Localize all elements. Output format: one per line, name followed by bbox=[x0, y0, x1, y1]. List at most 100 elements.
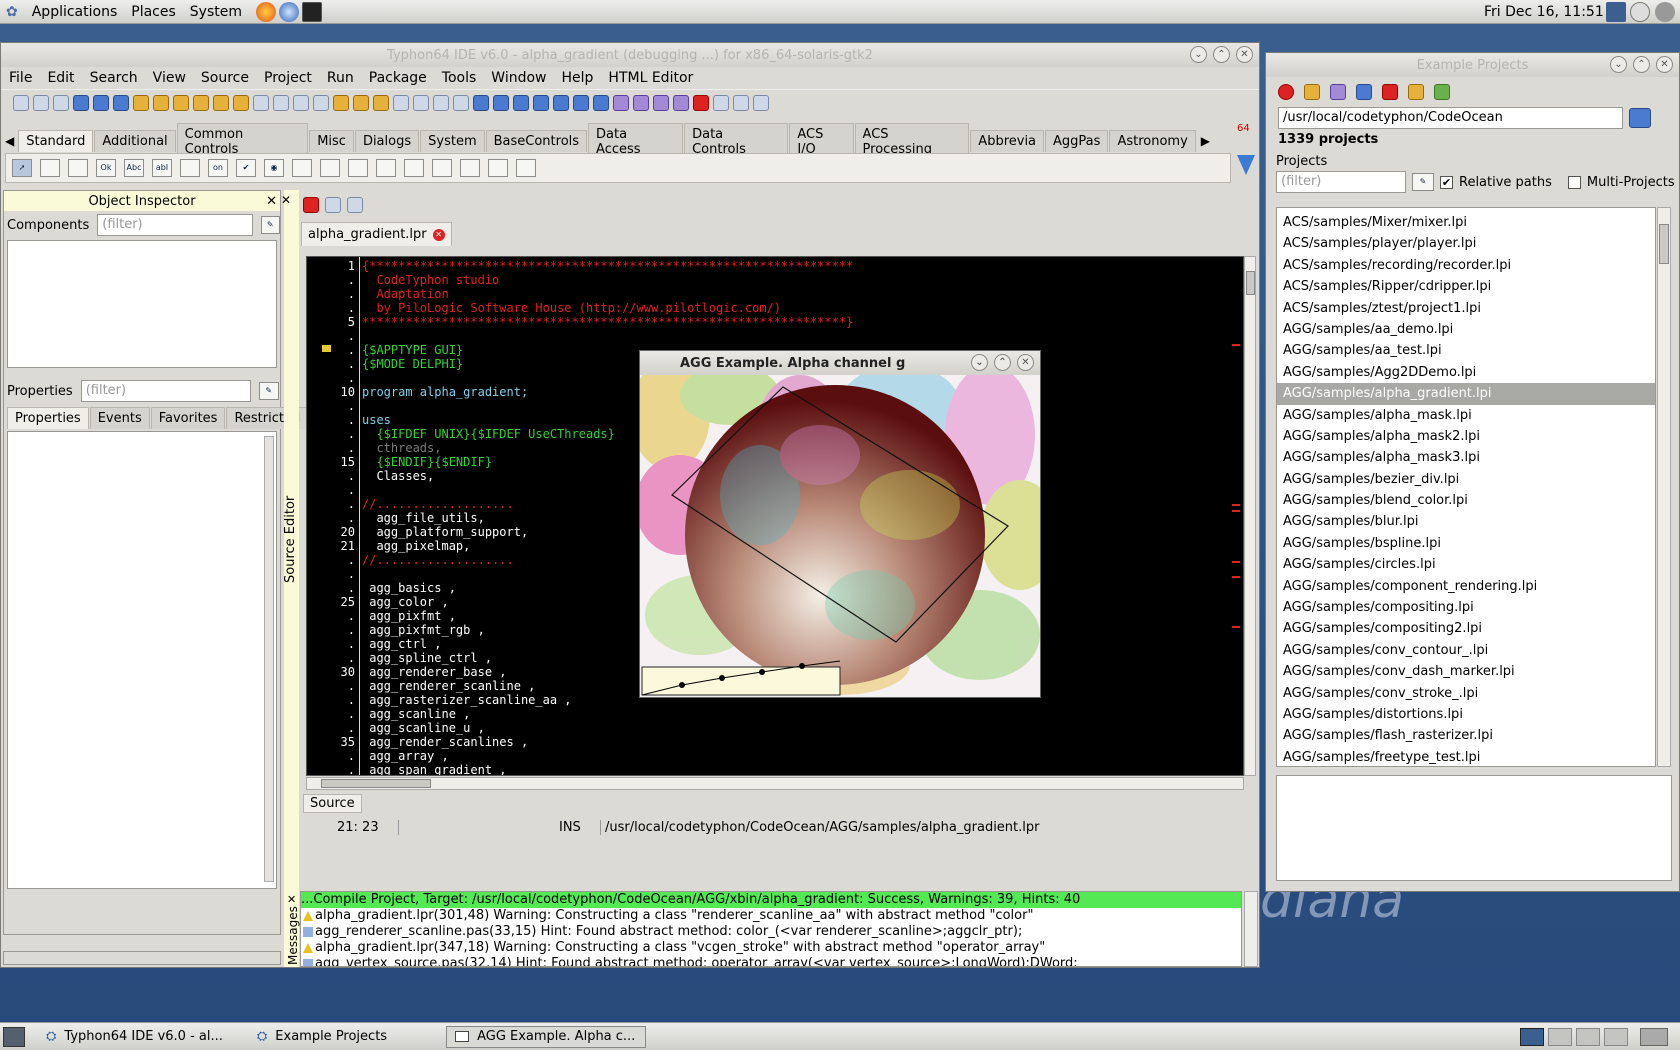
toolbar-tool-19-icon[interactable] bbox=[373, 94, 389, 111]
editor-home-icon[interactable] bbox=[303, 197, 319, 213]
message-item[interactable]: alpha_gradient.lpr(301,48) Warning: Cons… bbox=[301, 908, 1241, 924]
menu-places[interactable]: Places bbox=[131, 4, 176, 20]
remove-icon[interactable] bbox=[1382, 84, 1398, 100]
firefox-icon[interactable] bbox=[256, 1, 276, 22]
project-item[interactable]: AGG/samples/bezier_div.lpi bbox=[1277, 469, 1655, 490]
menu-window[interactable]: Window bbox=[491, 70, 546, 86]
taskbar-projects[interactable]: ⛭ Example Projects bbox=[248, 1026, 396, 1048]
menu-help[interactable]: Help bbox=[562, 70, 594, 86]
toolbar-tool-37-icon[interactable] bbox=[733, 94, 749, 111]
palette-tab-additional[interactable]: Additional bbox=[94, 130, 176, 152]
maximize-icon[interactable]: ⌃ bbox=[1213, 46, 1230, 63]
file-tab-close-icon[interactable]: ✕ bbox=[432, 228, 445, 241]
editor-hscroll[interactable] bbox=[306, 777, 1244, 790]
message-item[interactable]: alpha_gradient.lpr(347,18) Warning: Cons… bbox=[301, 940, 1241, 956]
project-item[interactable]: AGG/samples/conv_dash_marker.lpi bbox=[1277, 661, 1655, 682]
menu-search[interactable]: Search bbox=[90, 70, 138, 86]
toolbar-tool-30-icon[interactable] bbox=[593, 94, 609, 111]
palette-tab-system[interactable]: System bbox=[420, 130, 485, 152]
editor-forward-icon[interactable] bbox=[347, 197, 363, 213]
toolbar-tool-12-icon[interactable] bbox=[233, 94, 249, 111]
toolbar-tool-17-icon[interactable] bbox=[333, 94, 349, 111]
folder-icon[interactable] bbox=[1408, 84, 1424, 100]
pointer-tool-icon[interactable]: ➚ bbox=[12, 159, 32, 177]
projects-path-input[interactable]: /usr/local/codetyphon/CodeOcean bbox=[1278, 107, 1623, 129]
project-item[interactable]: AGG/samples/alpha_gradient.lpi bbox=[1277, 383, 1655, 405]
inspector-tab-favorites[interactable]: Favorites bbox=[150, 407, 226, 429]
project-item[interactable]: AGG/samples/component_rendering.lpi bbox=[1277, 576, 1655, 597]
workspace-4[interactable] bbox=[1604, 1027, 1628, 1046]
toolbar-tool-10-icon[interactable] bbox=[193, 94, 209, 111]
project-item[interactable]: AGG/samples/distortions.lpi bbox=[1277, 704, 1655, 725]
messages-close-icon[interactable]: ✕ bbox=[287, 893, 296, 906]
palette-tcheckbox-icon[interactable]: ✔ bbox=[236, 159, 256, 177]
toolbar-tool-15-icon[interactable] bbox=[293, 94, 309, 111]
editor-back-icon[interactable] bbox=[325, 197, 341, 213]
project-item[interactable]: AGG/samples/conv_contour_.lpi bbox=[1277, 640, 1655, 661]
components-tree[interactable] bbox=[7, 240, 277, 368]
project-item[interactable]: AGG/samples/conv_stroke_.lpi bbox=[1277, 683, 1655, 704]
toolbar-tool-26-icon[interactable] bbox=[513, 94, 529, 111]
toolbar-tool-35-icon[interactable] bbox=[693, 94, 709, 111]
palette-tpopupmenu-icon[interactable] bbox=[68, 159, 88, 177]
menu-view[interactable]: View bbox=[153, 70, 186, 86]
toolbar-tool-1-icon[interactable] bbox=[13, 94, 29, 111]
project-item[interactable]: ACS/samples/Mixer/mixer.lpi bbox=[1277, 212, 1655, 233]
toolbar-tool-6-icon[interactable] bbox=[113, 94, 129, 111]
project-item[interactable]: AGG/samples/Agg2DDemo.lpi bbox=[1277, 362, 1655, 383]
palette-tedit-icon[interactable]: abI bbox=[152, 159, 172, 177]
toolbar-tool-16-icon[interactable] bbox=[313, 94, 329, 111]
editor-vscroll-thumb[interactable] bbox=[1246, 271, 1255, 295]
toolbar-tool-29-icon[interactable] bbox=[573, 94, 589, 111]
project-item[interactable]: AGG/samples/freetype_test.lpi bbox=[1277, 747, 1655, 766]
workspace-2[interactable] bbox=[1548, 1027, 1572, 1046]
components-filter-input[interactable]: (filter) bbox=[97, 214, 253, 236]
menu-html-editor[interactable]: HTML Editor bbox=[608, 70, 693, 86]
editor-hscroll-thumb[interactable] bbox=[321, 779, 431, 788]
projects-maximize-icon[interactable]: ⌃ bbox=[1633, 56, 1650, 73]
inspector-tab-properties[interactable]: Properties bbox=[7, 407, 89, 429]
project-item[interactable]: AGG/samples/aa_test.lpi bbox=[1277, 340, 1655, 361]
toolbar-tool-24-icon[interactable] bbox=[473, 94, 489, 111]
toolbar-tool-31-icon[interactable] bbox=[613, 94, 629, 111]
projects-filter-clear-icon[interactable]: ✎ bbox=[1412, 173, 1434, 191]
network-icon[interactable] bbox=[1606, 1, 1626, 22]
workspace-3[interactable] bbox=[1576, 1027, 1600, 1046]
toolbar-tool-32-icon[interactable] bbox=[633, 94, 649, 111]
projects-minimize-icon[interactable]: ⌄ bbox=[1610, 56, 1627, 73]
palette-ttogglebox-icon[interactable]: on bbox=[208, 159, 228, 177]
info-icon[interactable] bbox=[1434, 84, 1450, 100]
relative-paths-checkbox[interactable]: ✔ bbox=[1440, 175, 1453, 189]
palette-tab-dialogs[interactable]: Dialogs bbox=[354, 130, 420, 152]
toolbar-tool-38-icon[interactable] bbox=[753, 94, 769, 111]
toolbar-tool-20-icon[interactable] bbox=[393, 94, 409, 111]
palette-tmemo-icon[interactable] bbox=[180, 159, 200, 177]
toolbar-tool-14-icon[interactable] bbox=[273, 94, 289, 111]
toolbar-tool-21-icon[interactable] bbox=[413, 94, 429, 111]
message-item[interactable]: agg_vertex_source.pas(32,14) Hint: Found… bbox=[301, 956, 1241, 966]
install-icon[interactable] bbox=[1356, 84, 1372, 100]
taskbar-agg[interactable]: AGG Example. Alpha c... bbox=[446, 1025, 647, 1048]
messages-scrollbar[interactable] bbox=[1244, 891, 1258, 967]
project-item[interactable]: AGG/samples/compositing.lpi bbox=[1277, 597, 1655, 618]
menu-tools[interactable]: Tools bbox=[442, 70, 477, 86]
open-project-icon[interactable] bbox=[1330, 84, 1346, 100]
properties-grid[interactable] bbox=[7, 431, 277, 889]
palette-tab-abbrevia[interactable]: Abbrevia bbox=[970, 130, 1045, 152]
source-editor-close-icon[interactable]: ✕ bbox=[281, 193, 291, 207]
project-item[interactable]: AGG/samples/compositing2.lpi bbox=[1277, 618, 1655, 639]
agg-minimize-icon[interactable]: ⌄ bbox=[971, 354, 988, 371]
project-item[interactable]: AGG/samples/alpha_mask3.lpi bbox=[1277, 447, 1655, 468]
menu-file[interactable]: File bbox=[9, 70, 32, 86]
projects-filter-input[interactable]: (filter) bbox=[1276, 171, 1406, 193]
toolbar-tool-28-icon[interactable] bbox=[553, 94, 569, 111]
inspector-tab-events[interactable]: Events bbox=[89, 407, 150, 429]
inspector-close-icon[interactable]: ✕ bbox=[266, 194, 277, 209]
projects-list[interactable]: ACS/samples/Mixer/mixer.lpi ACS/samples/p… bbox=[1276, 207, 1656, 767]
palette-tgroupbox-icon[interactable] bbox=[376, 159, 396, 177]
terminal-icon[interactable] bbox=[302, 1, 322, 22]
toolbar-tool-25-icon[interactable] bbox=[493, 94, 509, 111]
tabs-right-icon[interactable]: ▶ bbox=[1201, 134, 1210, 148]
palette-tframe-icon[interactable] bbox=[488, 159, 508, 177]
palette-tab-misc[interactable]: Misc bbox=[309, 130, 354, 152]
